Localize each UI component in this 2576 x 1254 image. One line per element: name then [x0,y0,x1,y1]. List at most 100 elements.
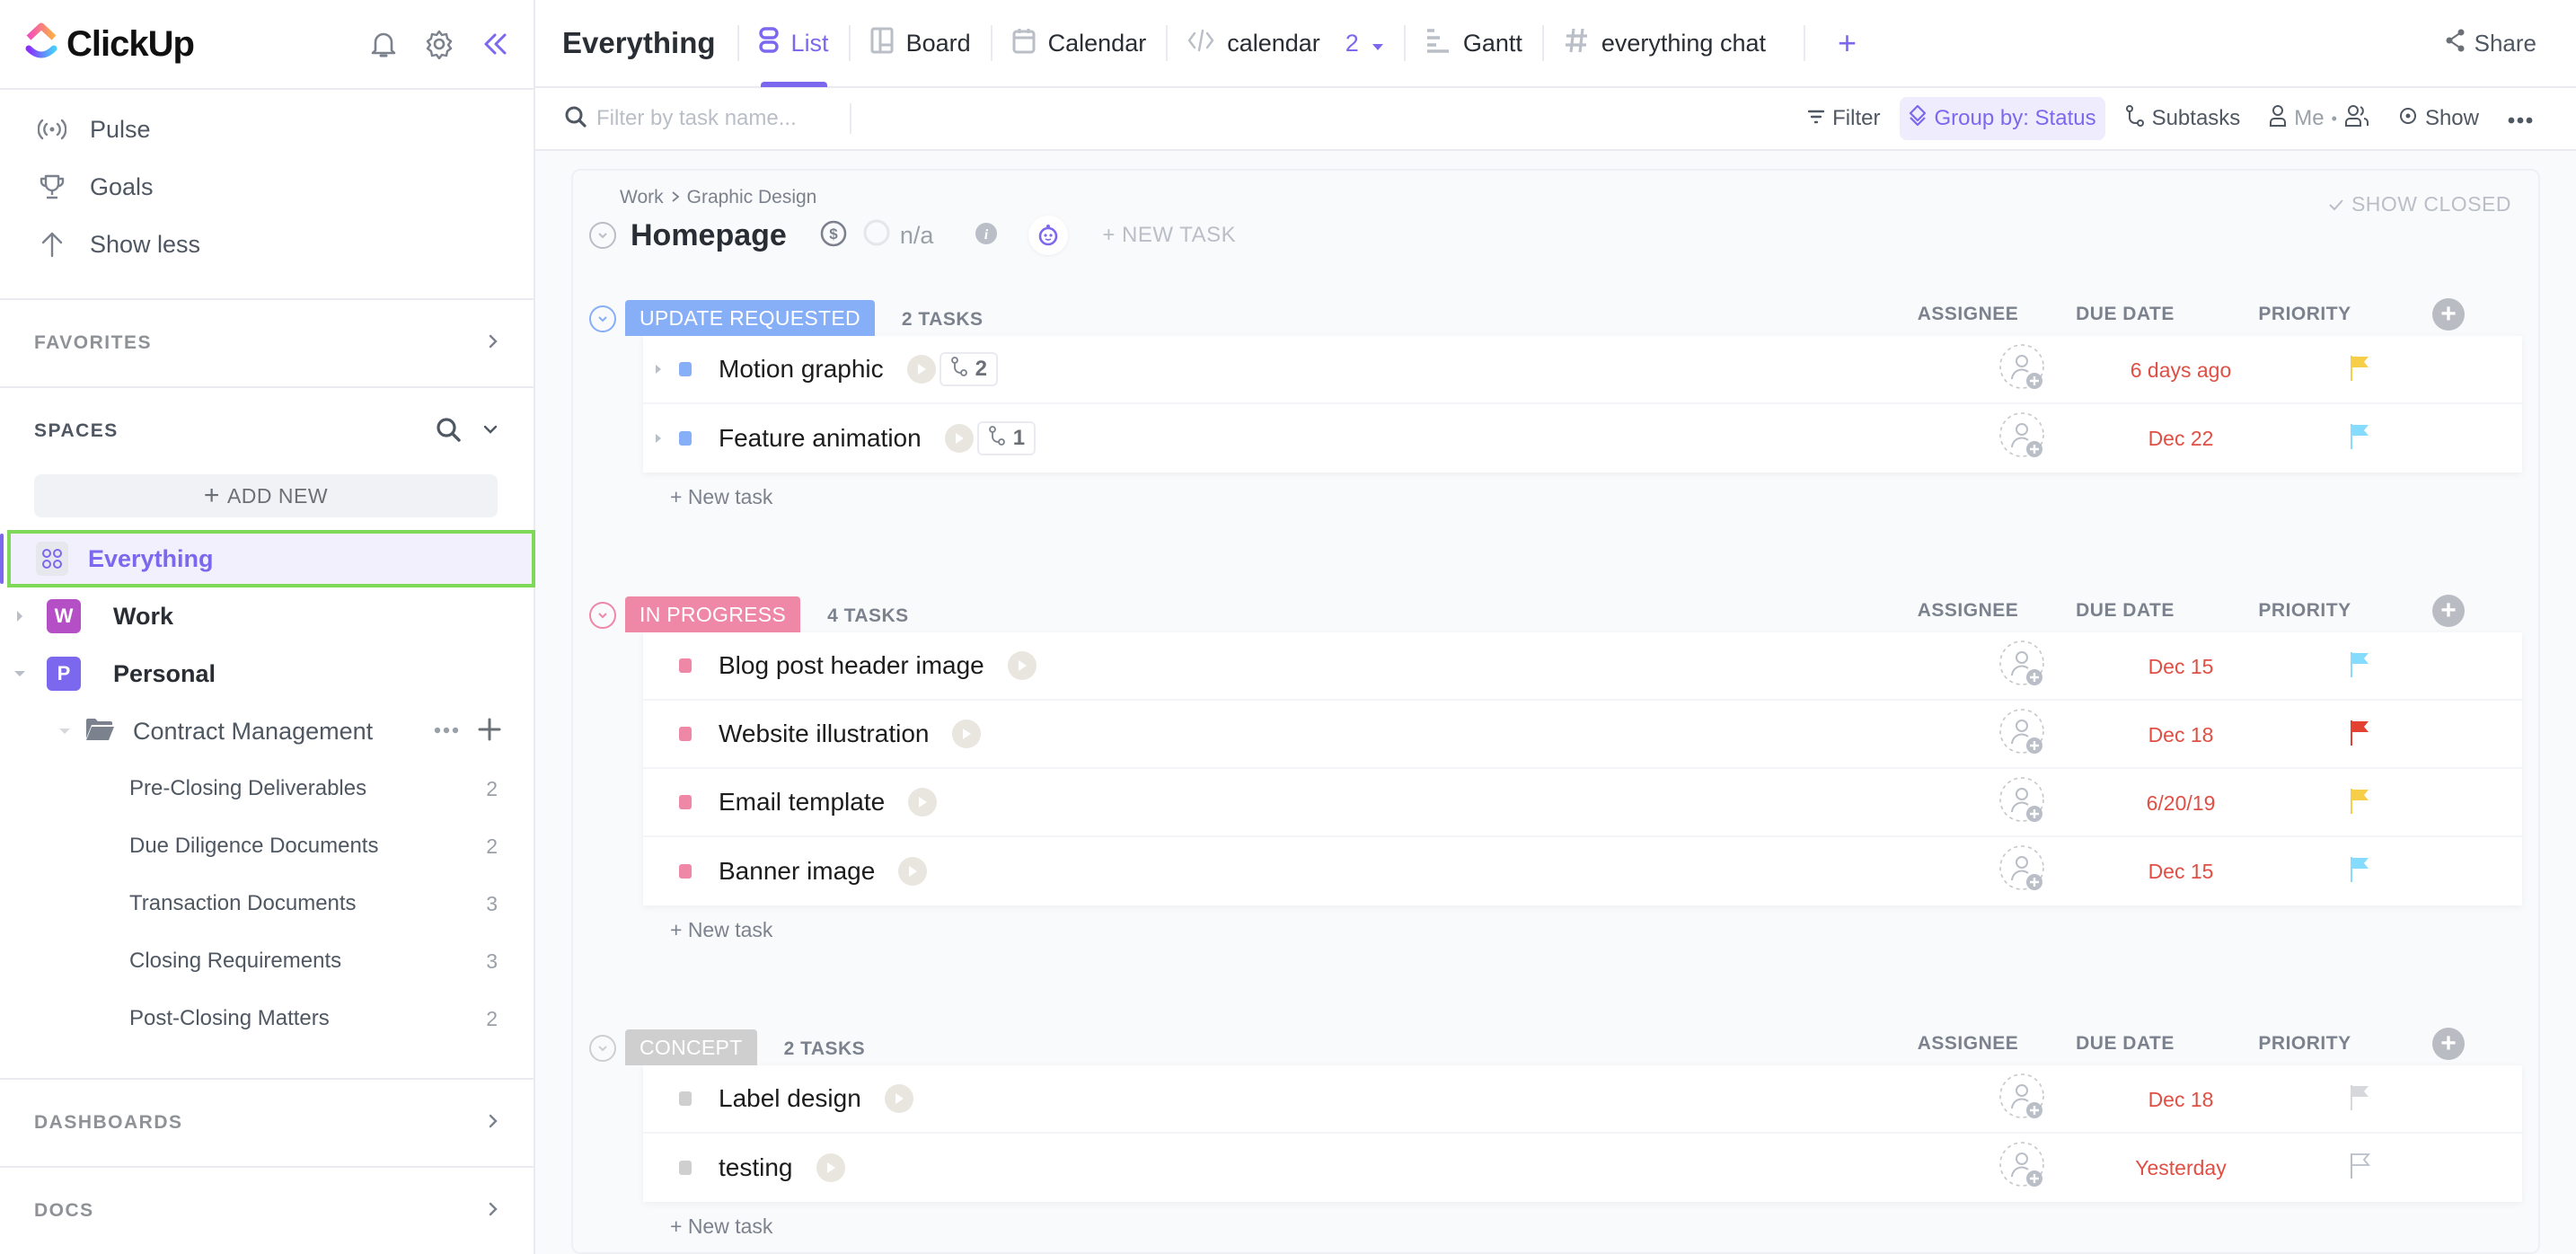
status-badge[interactable]: CONCEPT [625,1029,757,1065]
status-square-icon[interactable] [679,431,692,446]
add-column-button[interactable]: + [2395,298,2502,331]
task-name[interactable]: Website illustration [719,720,929,748]
caret-down-icon[interactable] [57,727,72,736]
play-timer-icon[interactable] [884,1084,913,1113]
collapse-group-toggle[interactable] [589,305,616,332]
dashboards-section[interactable]: DASHBOARDS [0,1078,534,1166]
priority-cell[interactable] [2271,719,2450,752]
show-button[interactable]: Show [2389,97,2488,140]
task-row[interactable]: Motion graphic 2 6 days ago [643,336,2522,404]
due-date-cell[interactable]: 6/20/19 [2091,791,2271,816]
due-date-cell[interactable]: Dec 22 [2091,427,2271,451]
plus-icon[interactable] [478,718,501,746]
column-header-due-date[interactable]: DUE DATE [2035,600,2215,622]
show-closed-toggle[interactable]: SHOW CLOSED [2328,192,2511,216]
column-header-priority[interactable]: PRIORITY [2215,1033,2395,1055]
priority-cell[interactable] [2271,354,2450,387]
add-column-button[interactable]: + [2395,595,2502,627]
task-row[interactable]: Feature animation 1 Dec 22 [643,404,2522,472]
me-filter-button[interactable]: Me • [2260,97,2378,140]
priority-cell[interactable] [2271,787,2450,820]
play-timer-icon[interactable] [944,424,974,453]
column-header-due-date[interactable]: DUE DATE [2035,304,2215,325]
task-name[interactable]: Feature animation [719,424,922,453]
status-square-icon[interactable] [679,864,692,879]
task-name[interactable]: Motion graphic [719,355,884,384]
add-new-space-button[interactable]: + ADD NEW [34,474,498,517]
sidebar-list-item[interactable]: Transaction Documents 3 [0,875,534,932]
subtasks-button[interactable]: Subtasks [2116,97,2250,140]
column-header-assignee[interactable]: ASSIGNEE [1901,600,2035,622]
status-square-icon[interactable] [679,795,692,809]
collapse-sidebar-icon[interactable] [481,31,508,57]
breadcrumb-item[interactable]: Graphic Design [687,187,817,208]
status-square-icon[interactable] [679,1091,692,1106]
status-badge[interactable]: IN PROGRESS [625,596,801,632]
status-badge[interactable]: UPDATE REQUESTED [625,300,875,336]
play-timer-icon[interactable] [952,720,982,748]
add-column-button[interactable]: + [2395,1028,2502,1060]
collapse-list-toggle[interactable] [589,222,616,249]
assignee-cell[interactable] [1956,776,2091,831]
sidebar-list-item[interactable]: Post-Closing Matters 2 [0,990,534,1047]
task-name[interactable]: Label design [719,1084,861,1113]
tab-board[interactable]: Board [851,0,991,87]
dollar-icon[interactable]: $ [819,219,848,252]
task-row[interactable]: Banner image Dec 15 [643,837,2522,905]
collapse-group-toggle[interactable] [589,602,616,629]
play-timer-icon[interactable] [1007,651,1037,680]
priority-cell[interactable] [2271,422,2450,455]
filter-button[interactable]: Filter [1798,97,1889,140]
filter-task-input[interactable] [596,106,830,131]
caret-down-icon[interactable] [13,669,27,678]
priority-cell[interactable] [2271,650,2450,684]
automation-bot-icon[interactable] [1028,216,1069,255]
sidebar-list-item[interactable]: Due Diligence Documents 2 [0,817,534,875]
status-square-icon[interactable] [679,727,692,741]
bell-icon[interactable] [370,29,397,59]
caret-right-icon[interactable] [13,609,27,623]
priority-cell[interactable] [2271,855,2450,888]
assignee-cell[interactable] [1956,708,2091,763]
caret-down-icon[interactable] [1372,30,1384,57]
play-timer-icon[interactable] [898,857,928,886]
tab-list[interactable]: List [739,0,849,87]
task-row[interactable]: Label design Dec 18 [643,1065,2522,1134]
due-date-cell[interactable]: Dec 15 [2091,860,2271,884]
task-name[interactable]: Banner image [719,857,875,886]
share-button[interactable]: Share [2446,29,2536,58]
gear-icon[interactable] [424,29,454,59]
priority-cell[interactable] [2271,1083,2450,1117]
collapse-group-toggle[interactable] [589,1035,616,1062]
due-date-cell[interactable]: Dec 15 [2091,655,2271,679]
new-task-button[interactable]: + NEW TASK [1102,223,1236,248]
column-header-priority[interactable]: PRIORITY [2215,600,2395,622]
assignee-cell[interactable] [1956,1141,2091,1196]
caret-right-icon[interactable] [643,431,674,446]
logo[interactable]: ClickUp [25,22,195,67]
assignee-cell[interactable] [1956,640,2091,694]
due-date-cell[interactable]: Dec 18 [2091,1088,2271,1112]
breadcrumb-item[interactable]: Work [620,187,664,208]
subtask-count-badge[interactable]: 2 [939,352,999,386]
status-square-icon[interactable] [679,1161,692,1175]
column-header-assignee[interactable]: ASSIGNEE [1901,1033,2035,1055]
task-row[interactable]: Email template 6/20/19 [643,769,2522,837]
sidebar-list-item[interactable]: Closing Requirements 3 [0,932,534,990]
task-row[interactable]: Blog post header image Dec 15 [643,632,2522,701]
play-timer-icon[interactable] [906,355,936,384]
subtask-count-badge[interactable]: 1 [976,421,1037,455]
column-header-priority[interactable]: PRIORITY [2215,304,2395,325]
task-name[interactable]: Blog post header image [719,651,984,680]
play-timer-icon[interactable] [816,1153,845,1182]
task-row[interactable]: Website illustration Dec 18 [643,701,2522,769]
sidebar-item-pulse[interactable]: Pulse [0,101,534,158]
due-date-cell[interactable]: 6 days ago [2091,358,2271,383]
status-square-icon[interactable] [679,362,692,376]
new-task-row-button[interactable]: + New task [573,905,2538,954]
column-header-assignee[interactable]: ASSIGNEE [1901,304,2035,325]
more-options-icon[interactable] [433,723,460,739]
chevron-down-icon[interactable] [481,423,499,440]
sidebar-list-item[interactable]: Pre-Closing Deliverables 2 [0,760,534,817]
docs-section[interactable]: DOCS [0,1166,534,1254]
